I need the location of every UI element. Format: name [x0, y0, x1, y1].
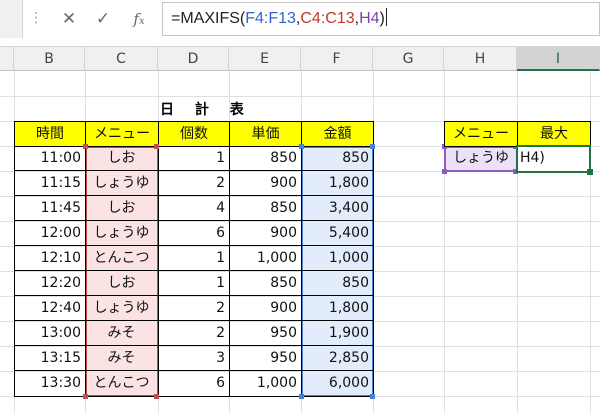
- range-handle[interactable]: [154, 144, 159, 149]
- cell-unit-price[interactable]: 900: [229, 171, 302, 196]
- column-header-c[interactable]: C: [85, 47, 158, 71]
- formula-bar: ⋮ ✕ ✓ fx =MAXIFS(F4:F13,C4:C13,H4): [0, 0, 600, 38]
- cell-time[interactable]: 11:15: [14, 171, 86, 196]
- name-box-edge[interactable]: [0, 0, 23, 38]
- column-header-d[interactable]: D: [158, 47, 229, 71]
- cell-time[interactable]: 12:40: [14, 296, 86, 321]
- cell-unit-price[interactable]: 1,000: [229, 371, 302, 397]
- formula-suffix: ): [379, 10, 385, 27]
- range-handle[interactable]: [299, 394, 304, 399]
- cell-amount[interactable]: 1,900: [301, 321, 374, 346]
- header-quantity[interactable]: 個数: [158, 121, 230, 147]
- cell-menu[interactable]: みそ: [85, 346, 159, 371]
- cell-unit-price[interactable]: 850: [229, 196, 302, 221]
- cell-menu[interactable]: しお: [85, 271, 159, 296]
- cell-time[interactable]: 11:45: [14, 196, 86, 221]
- lookup-criteria-cell[interactable]: しょうゆ: [444, 146, 518, 172]
- formula-input[interactable]: =MAXIFS(F4:F13,C4:C13,H4): [162, 2, 600, 36]
- cell-amount[interactable]: 3,400: [301, 196, 374, 221]
- cell-unit-price[interactable]: 950: [229, 321, 302, 346]
- cell-amount[interactable]: 1,800: [301, 296, 374, 321]
- active-cell-selection: [516, 145, 591, 173]
- range-handle[interactable]: [83, 144, 88, 149]
- range-handle[interactable]: [370, 394, 375, 399]
- formula-prefix: =MAXIFS(: [171, 10, 246, 27]
- column-header-b[interactable]: B: [14, 47, 85, 71]
- lookup-header-max[interactable]: 最大: [517, 121, 591, 147]
- cell-unit-price[interactable]: 850: [229, 271, 302, 296]
- cell-quantity[interactable]: 3: [158, 346, 230, 371]
- cell-menu[interactable]: しょうゆ: [85, 171, 159, 196]
- range-handle[interactable]: [83, 394, 88, 399]
- cell-quantity[interactable]: 1: [158, 146, 230, 171]
- cell-unit-price[interactable]: 850: [229, 146, 302, 171]
- cell-amount[interactable]: 1,800: [301, 171, 374, 196]
- formula-text: =MAXIFS(F4:F13,C4:C13,H4): [171, 8, 387, 28]
- cell-time[interactable]: 13:15: [14, 346, 86, 371]
- lookup-header-menu[interactable]: メニュー: [444, 121, 518, 147]
- header-unit-price[interactable]: 単価: [229, 121, 302, 147]
- formula-arg-range-f: F4:F13: [245, 10, 296, 27]
- cell-amount[interactable]: 5,400: [301, 221, 374, 246]
- range-handle[interactable]: [370, 144, 375, 149]
- cell-menu[interactable]: とんこつ: [85, 246, 159, 271]
- cell-amount[interactable]: 1,000: [301, 246, 374, 271]
- cell-quantity[interactable]: 2: [158, 296, 230, 321]
- cell-unit-price[interactable]: 1,000: [229, 246, 302, 271]
- cell-amount[interactable]: 2,850: [301, 346, 374, 371]
- cell-menu[interactable]: みそ: [85, 321, 159, 346]
- header-amount[interactable]: 金額: [301, 121, 374, 147]
- cell-time[interactable]: 11:00: [14, 146, 86, 171]
- column-header-f[interactable]: F: [301, 47, 373, 71]
- column-header-i[interactable]: I: [517, 47, 600, 71]
- sheet-title: 日 計 表: [160, 102, 252, 118]
- column-header-h[interactable]: H: [444, 47, 517, 71]
- formula-bar-separator: [0, 38, 600, 47]
- cell-quantity[interactable]: 6: [158, 221, 230, 246]
- row-header-corner[interactable]: [0, 47, 14, 71]
- cell-amount[interactable]: 850: [301, 271, 374, 296]
- fx-icon[interactable]: fx: [126, 6, 152, 32]
- cell-time[interactable]: 13:00: [14, 321, 86, 346]
- formula-arg-criteria: H4: [359, 10, 380, 27]
- cell-unit-price[interactable]: 900: [229, 221, 302, 246]
- range-handle[interactable]: [154, 394, 159, 399]
- column-header-e[interactable]: E: [229, 47, 301, 71]
- cell-quantity[interactable]: 2: [158, 171, 230, 196]
- cell-menu[interactable]: しょうゆ: [85, 296, 159, 321]
- cell-menu[interactable]: しょうゆ: [85, 221, 159, 246]
- cell-amount[interactable]: 6,000: [301, 371, 374, 397]
- cell-time[interactable]: 12:10: [14, 246, 86, 271]
- formula-arg-range-c: C4:C13: [300, 10, 355, 27]
- cell-menu[interactable]: しお: [85, 146, 159, 171]
- check-icon[interactable]: ✓: [90, 6, 116, 32]
- cell-time[interactable]: 12:20: [14, 271, 86, 296]
- column-header-g[interactable]: G: [373, 47, 444, 71]
- header-time[interactable]: 時間: [14, 121, 86, 147]
- x-icon[interactable]: ✕: [56, 6, 82, 32]
- cell-amount[interactable]: 850: [301, 146, 374, 171]
- cell-unit-price[interactable]: 950: [229, 346, 302, 371]
- cell-quantity[interactable]: 1: [158, 246, 230, 271]
- cell-quantity[interactable]: 1: [158, 271, 230, 296]
- cell-unit-price[interactable]: 900: [229, 296, 302, 321]
- cell-time[interactable]: 12:00: [14, 221, 86, 246]
- cell-menu[interactable]: しお: [85, 196, 159, 221]
- more-options-icon[interactable]: ⋮: [29, 10, 43, 26]
- range-handle[interactable]: [299, 144, 304, 149]
- cell-quantity[interactable]: 4: [158, 196, 230, 221]
- cell-time[interactable]: 13:30: [14, 371, 86, 397]
- cell-quantity[interactable]: 6: [158, 371, 230, 397]
- text-caret: [385, 8, 387, 26]
- cell-quantity[interactable]: 2: [158, 321, 230, 346]
- fill-handle[interactable]: [587, 169, 593, 175]
- header-menu[interactable]: メニュー: [85, 121, 159, 147]
- cell-menu[interactable]: とんこつ: [85, 371, 159, 397]
